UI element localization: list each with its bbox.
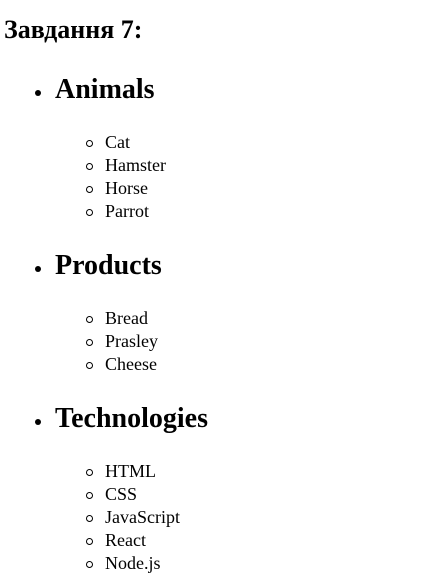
list-item: Cheese (0, 354, 300, 377)
list-item-label: Node.js (105, 553, 161, 573)
list-item: Parrot (0, 201, 300, 224)
category-title: Technologies (55, 403, 208, 434)
list-item: CSS (0, 484, 300, 507)
disc-bullet-icon (35, 266, 41, 272)
list-item-label: JavaScript (105, 507, 180, 527)
list-item: Prasley (0, 331, 300, 354)
circle-bullet-icon (86, 209, 93, 216)
list-item-label: Cat (105, 132, 130, 152)
list-item-label: Hamster (105, 155, 166, 175)
list-item: Node.js (0, 553, 300, 576)
list-item: JavaScript (0, 507, 300, 530)
list-item: Hamster (0, 155, 300, 178)
circle-bullet-icon (86, 339, 93, 346)
list-item-label: Horse (105, 178, 148, 198)
list-item-label: Cheese (105, 354, 157, 374)
list-item: HTML (0, 461, 300, 484)
list-item-label: React (105, 530, 146, 550)
page-title: Завдання 7: (4, 15, 143, 44)
list-item: Horse (0, 178, 300, 201)
list-item: Cat (0, 132, 300, 155)
list-item-label: HTML (105, 461, 156, 481)
circle-bullet-icon (86, 316, 93, 323)
list-item: Bread (0, 308, 300, 331)
circle-bullet-icon (86, 140, 93, 147)
category-title: Animals (55, 74, 155, 105)
list-item-label: CSS (105, 484, 138, 504)
circle-bullet-icon (86, 561, 93, 568)
circle-bullet-icon (86, 163, 93, 170)
list-item-label: Prasley (105, 331, 158, 351)
circle-bullet-icon (86, 469, 93, 476)
circle-bullet-icon (86, 186, 93, 193)
list-item-label: Bread (105, 308, 148, 328)
list-item: React (0, 530, 300, 553)
category-title: Products (55, 250, 162, 281)
circle-bullet-icon (86, 515, 93, 522)
circle-bullet-icon (86, 362, 93, 369)
disc-bullet-icon (35, 90, 41, 96)
circle-bullet-icon (86, 492, 93, 499)
circle-bullet-icon (86, 538, 93, 545)
disc-bullet-icon (35, 419, 41, 425)
list-item-label: Parrot (105, 201, 149, 221)
